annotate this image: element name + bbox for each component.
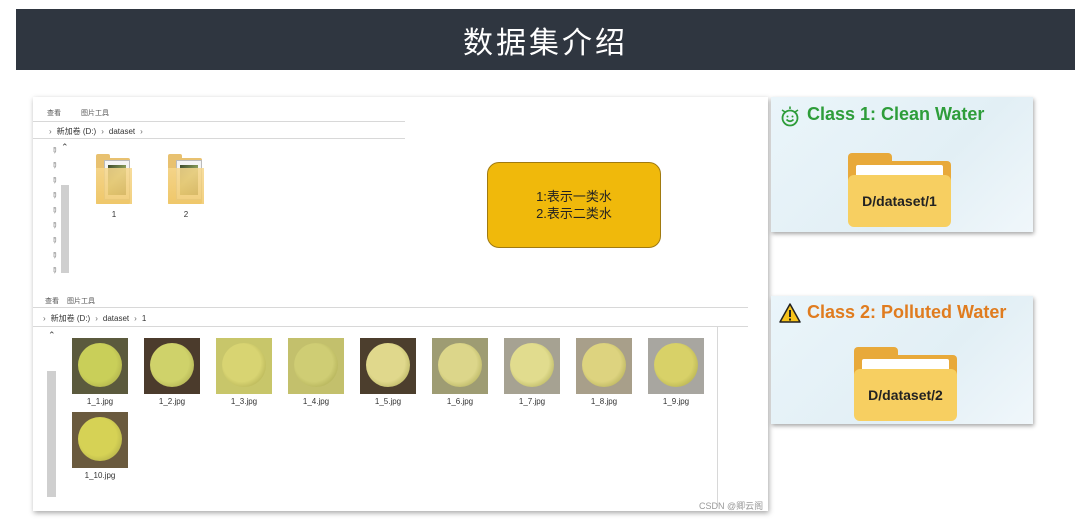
folder-2-label[interactable]: 2	[171, 210, 201, 219]
address-bar[interactable]: › 新加卷 (D:) › dataset › 1	[43, 312, 146, 324]
image-thumbnail[interactable]	[288, 338, 344, 394]
file-name-label[interactable]: 1_8.jpg	[574, 397, 634, 406]
pin-icon: ✎	[48, 174, 60, 187]
class-2-card: Class 2: Polluted Water D/dataset/2	[771, 296, 1033, 424]
breadcrumb-drive[interactable]: 新加卷 (D:)	[57, 126, 97, 137]
note-line-2: 2.表示二类水	[536, 206, 612, 221]
chevron-right-icon: ›	[134, 313, 137, 323]
image-thumbnail[interactable]	[576, 338, 632, 394]
water-sample-disc	[366, 343, 410, 387]
file-name-label[interactable]: 1_4.jpg	[286, 397, 346, 406]
file-name-label[interactable]: 1_3.jpg	[214, 397, 274, 406]
class-1-folder-label: D/dataset/1	[862, 193, 937, 209]
note-callout: 1:表示一类水 2.表示二类水	[487, 162, 661, 248]
chevron-right-icon: ›	[95, 313, 98, 323]
folder-2-icon[interactable]	[168, 154, 204, 204]
pin-icon: ✎	[48, 249, 60, 262]
chevron-right-icon: ›	[140, 126, 143, 136]
divider	[717, 326, 718, 506]
class-2-folder-label: D/dataset/2	[868, 387, 943, 403]
image-thumbnail[interactable]	[72, 412, 128, 468]
file-name-label[interactable]: 1_5.jpg	[358, 397, 418, 406]
folder-icon: D/dataset/2	[854, 347, 957, 421]
image-thumbnail[interactable]	[504, 338, 560, 394]
class-1-title: Class 1: Clean Water	[807, 104, 985, 124]
file-name-label[interactable]: 1_6.jpg	[430, 397, 490, 406]
folder-1-label[interactable]: 1	[99, 210, 129, 219]
pin-icon: ✎	[48, 204, 60, 217]
water-sample-disc	[438, 343, 482, 387]
ribbon-tab-view[interactable]: 查看	[45, 296, 59, 306]
class-2-title: Class 2: Polluted Water	[807, 302, 1007, 322]
slide-title-bar: 数据集介绍	[16, 9, 1075, 70]
pin-icon: ✎	[48, 144, 60, 157]
breadcrumb-drive[interactable]: 新加卷 (D:)	[51, 313, 91, 324]
ribbon-tab-view[interactable]: 查看	[47, 108, 61, 118]
scrollbar[interactable]	[61, 185, 69, 273]
water-sample-disc	[78, 343, 122, 387]
file-name-label[interactable]: 1_1.jpg	[70, 397, 130, 406]
water-sample-disc	[294, 343, 338, 387]
image-thumbnail[interactable]	[216, 338, 272, 394]
watermark: CSDN @卿云阁	[699, 501, 764, 511]
folder-1-icon[interactable]	[96, 154, 132, 204]
scroll-up-arrow-icon[interactable]: ⌃	[61, 142, 69, 153]
image-thumbnail[interactable]	[648, 338, 704, 394]
water-sample-disc	[510, 343, 554, 387]
file-name-label[interactable]: 1_9.jpg	[646, 397, 706, 406]
ribbon-tab-picture-tools[interactable]: 图片工具	[67, 296, 95, 306]
scrollbar[interactable]	[47, 371, 56, 497]
image-thumbnail[interactable]	[432, 338, 488, 394]
chevron-right-icon: ›	[49, 126, 52, 136]
pin-icon: ✎	[48, 234, 60, 247]
slide: 数据集介绍 查看 图片工具 › 新加卷 (D:) › dataset › ⌃ ✎…	[0, 0, 1080, 521]
water-sample-disc	[150, 343, 194, 387]
note-line-1: 1:表示一类水	[536, 189, 612, 204]
divider	[33, 307, 748, 308]
water-sample-disc	[654, 343, 698, 387]
slide-title: 数据集介绍	[463, 25, 628, 61]
scroll-up-arrow-icon[interactable]: ⌃	[48, 330, 56, 341]
divider	[33, 138, 405, 139]
pin-icon: ✎	[48, 189, 60, 202]
folder-icon: D/dataset/1	[848, 153, 951, 227]
pin-icon: ✎	[48, 219, 60, 232]
file-name-label[interactable]: 1_2.jpg	[142, 397, 202, 406]
class-1-card: Class 1: Clean Water D/dataset/1	[771, 97, 1033, 232]
breadcrumb-dataset[interactable]: dataset	[109, 127, 135, 136]
file-explorer-panel: 查看 图片工具 › 新加卷 (D:) › dataset › ⌃ ✎ ✎ ✎ ✎…	[33, 97, 768, 511]
smile-water-icon	[781, 106, 799, 127]
file-name-label[interactable]: 1_10.jpg	[70, 471, 130, 480]
image-thumbnail[interactable]	[72, 338, 128, 394]
image-thumbnail[interactable]	[360, 338, 416, 394]
breadcrumb-1[interactable]: 1	[142, 314, 146, 323]
divider	[33, 326, 748, 327]
warning-icon	[779, 303, 801, 323]
image-thumbnail[interactable]	[144, 338, 200, 394]
water-sample-disc	[78, 417, 122, 461]
pin-icon: ✎	[48, 159, 60, 172]
divider	[33, 121, 405, 122]
pin-icon: ✎	[48, 264, 60, 277]
chevron-right-icon: ›	[43, 313, 46, 323]
water-sample-disc	[582, 343, 626, 387]
file-name-label[interactable]: 1_7.jpg	[502, 397, 562, 406]
address-bar[interactable]: › 新加卷 (D:) › dataset ›	[49, 125, 143, 137]
chevron-right-icon: ›	[101, 126, 104, 136]
water-sample-disc	[222, 343, 266, 387]
breadcrumb-dataset[interactable]: dataset	[103, 314, 129, 323]
ribbon-tab-picture-tools[interactable]: 图片工具	[81, 108, 109, 118]
